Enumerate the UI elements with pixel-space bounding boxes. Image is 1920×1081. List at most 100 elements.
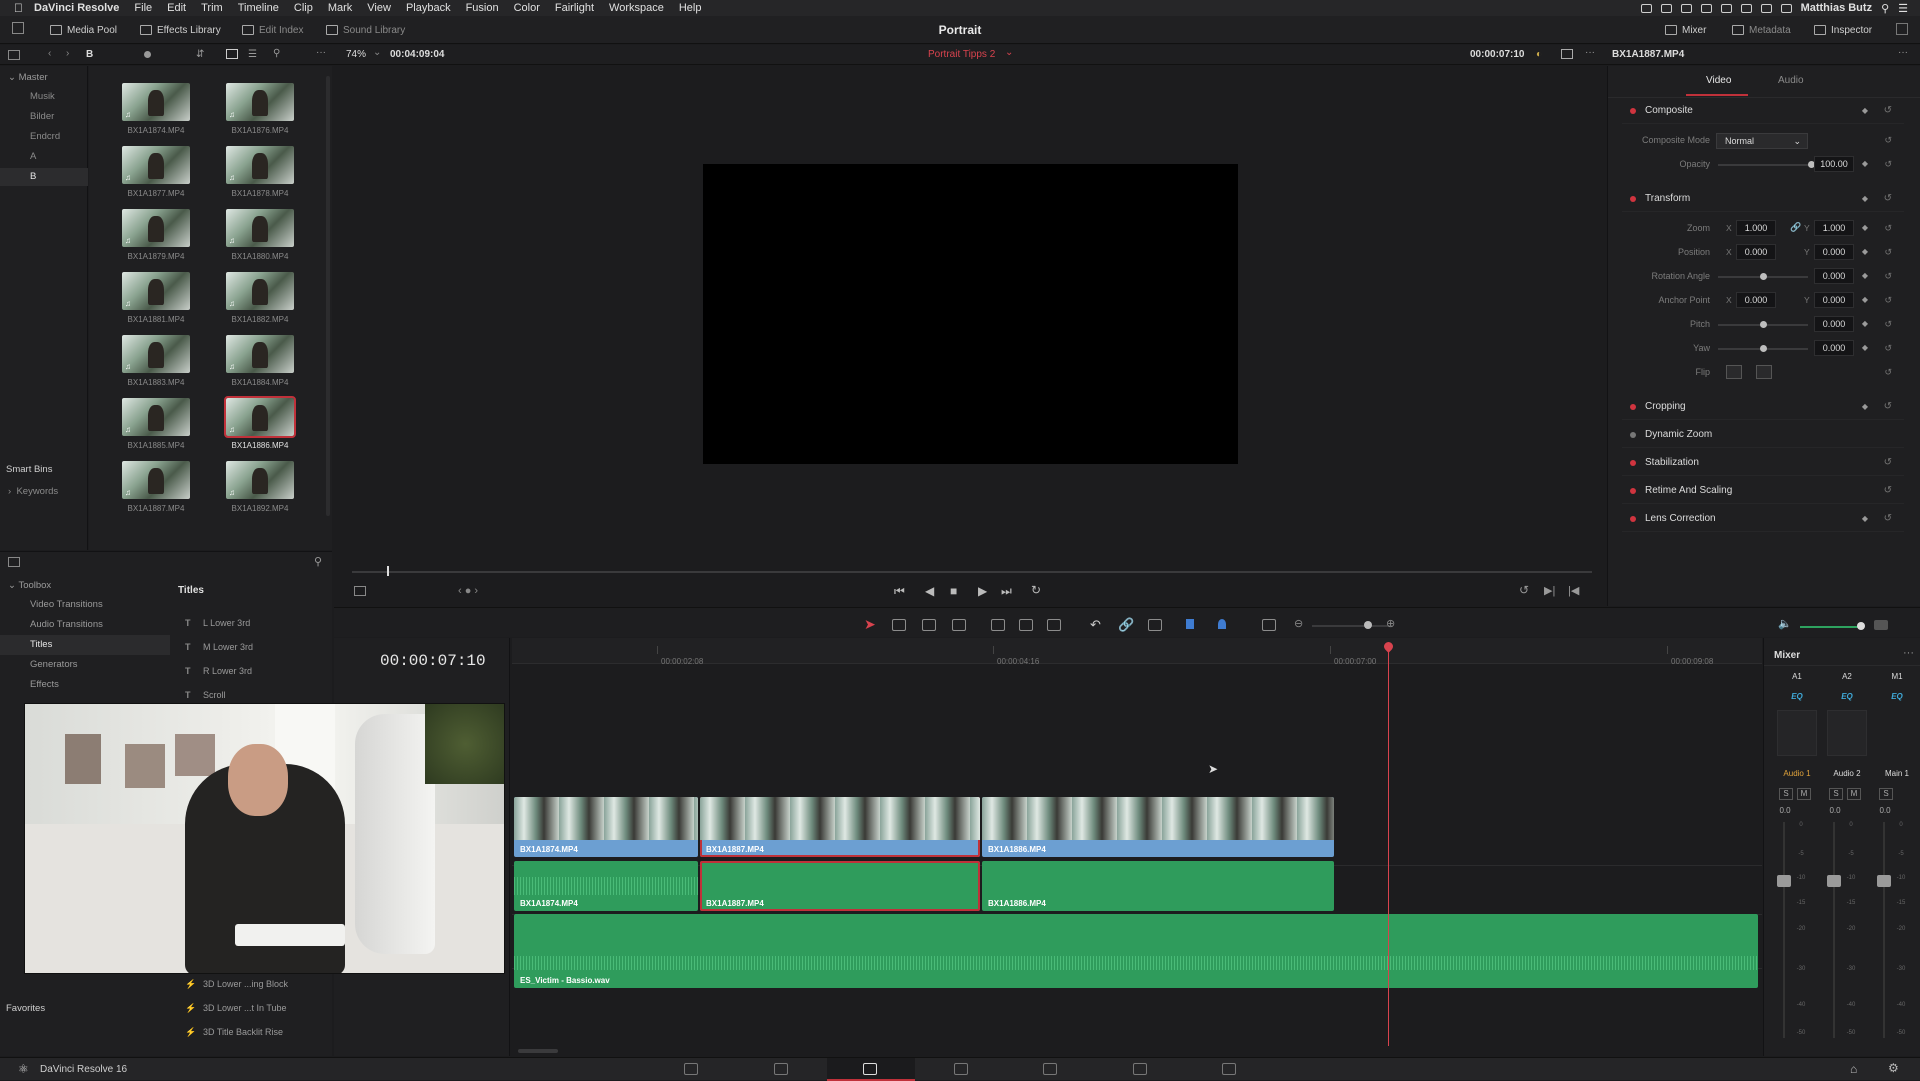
- time-machine-icon[interactable]: [1720, 3, 1732, 13]
- reset-icon[interactable]: ↺: [1884, 135, 1892, 146]
- menu-app-name[interactable]: DaVinci Resolve: [34, 2, 119, 14]
- fusion-title-item[interactable]: ⚡ 3D Lower ...ing Block: [185, 973, 325, 995]
- cropping-section[interactable]: Cropping ◆ ↺: [1622, 394, 1904, 420]
- reset-icon[interactable]: ↺: [1884, 457, 1892, 468]
- timeline-dropdown-icon[interactable]: ⌄: [1005, 47, 1013, 58]
- toolbox-titles[interactable]: Titles: [0, 635, 170, 655]
- menu-workspace[interactable]: Workspace: [609, 2, 664, 14]
- title-item[interactable]: T R Lower 3rd: [185, 660, 325, 682]
- keyframe-icon[interactable]: ◆: [1862, 106, 1868, 115]
- timeline-zoom-slider[interactable]: [1312, 625, 1392, 627]
- zoom-in-icon[interactable]: ⊕: [1386, 617, 1395, 630]
- more-options-icon[interactable]: ···: [316, 47, 326, 58]
- replace-clip-icon[interactable]: [1047, 619, 1061, 631]
- effects-library-button[interactable]: Effects Library: [140, 22, 221, 38]
- apple-icon[interactable]: : [14, 1, 34, 15]
- toolbox-generators[interactable]: Generators: [0, 655, 170, 675]
- video-clip[interactable]: BX1A1886.MP4: [982, 797, 1334, 857]
- eq-button[interactable]: EQ: [1779, 692, 1815, 701]
- zoom-x-value[interactable]: 1.000: [1736, 220, 1776, 236]
- insert-clip-icon[interactable]: [991, 619, 1005, 631]
- video-clip[interactable]: BX1A1874.MP4: [514, 797, 698, 857]
- sort-icon[interactable]: ⇵: [196, 49, 204, 60]
- transform-overlay-icon[interactable]: [354, 586, 366, 596]
- keyframe-icon[interactable]: ◆: [1862, 271, 1868, 280]
- clip-thumbnail[interactable]: ♫: [226, 335, 294, 373]
- keyframe-icon[interactable]: ◆: [1862, 247, 1868, 256]
- solo-button[interactable]: S: [1879, 788, 1893, 800]
- audio-clip[interactable]: BX1A1874.MP4: [514, 861, 698, 911]
- reset-icon[interactable]: ↺: [1884, 343, 1892, 354]
- play-icon[interactable]: ▶: [978, 584, 987, 598]
- reset-icon[interactable]: ↺: [1884, 295, 1892, 306]
- menu-fusion[interactable]: Fusion: [466, 2, 499, 14]
- overwrite-clip-icon[interactable]: [1019, 619, 1033, 631]
- clip-thumbnail[interactable]: ♫: [122, 146, 190, 184]
- clip-thumbnail[interactable]: ♫: [122, 272, 190, 310]
- title-item[interactable]: T M Lower 3rd: [185, 636, 325, 658]
- timeline-zoom-knob[interactable]: [1364, 621, 1372, 629]
- mute-button[interactable]: M: [1797, 788, 1811, 800]
- back-icon[interactable]: ‹: [48, 48, 51, 59]
- dim-button[interactable]: [1874, 620, 1888, 630]
- go-to-start-icon[interactable]: ⏮: [894, 584, 905, 599]
- home-icon[interactable]: ⌂: [1850, 1062, 1857, 1076]
- clip-thumbnail[interactable]: ♫: [122, 209, 190, 247]
- composite-enable-dot[interactable]: [1630, 107, 1636, 114]
- reset-icon[interactable]: ↺: [1884, 271, 1892, 282]
- menu-fairlight[interactable]: Fairlight: [555, 2, 594, 14]
- anchor-x-value[interactable]: 0.000: [1736, 292, 1776, 308]
- fusion-title-item[interactable]: ⚡ 3D Title Backlit Rise: [185, 1021, 325, 1043]
- reset-icon[interactable]: ↺: [1884, 223, 1892, 234]
- master-volume-slider[interactable]: [1800, 626, 1862, 628]
- flip-horizontal-icon[interactable]: [1726, 365, 1742, 379]
- transform-enable-dot[interactable]: [1630, 195, 1636, 202]
- viewer-options-icon[interactable]: ···: [1585, 47, 1595, 58]
- clip-thumbnail[interactable]: ♫: [122, 398, 190, 436]
- edit-page-tab[interactable]: [827, 1058, 915, 1081]
- jog-control[interactable]: ‹ ● ›: [458, 585, 478, 597]
- menu-color[interactable]: Color: [514, 2, 540, 14]
- menu-timeline[interactable]: Timeline: [238, 2, 279, 14]
- thumb-size-slider[interactable]: [144, 51, 151, 58]
- solo-button[interactable]: S: [1829, 788, 1843, 800]
- media-pool-button[interactable]: Media Pool: [50, 22, 117, 38]
- bin-list-toggle-icon[interactable]: [8, 50, 20, 60]
- flag-icon[interactable]: [1186, 619, 1194, 629]
- stop-icon[interactable]: ■: [950, 584, 957, 598]
- fairlight-page-icon[interactable]: [1133, 1063, 1147, 1075]
- viewer-scrubber[interactable]: [352, 571, 1592, 573]
- menu-edit[interactable]: Edit: [167, 2, 186, 14]
- dynamic-zoom-enable-dot[interactable]: [1630, 431, 1636, 438]
- link-icon[interactable]: 🔗: [1790, 222, 1801, 233]
- speaker-icon[interactable]: 🔈: [1778, 617, 1792, 630]
- clip-thumbnail[interactable]: ♫: [226, 146, 294, 184]
- expand-icon[interactable]: [1896, 23, 1908, 35]
- edit-index-button[interactable]: Edit Index: [242, 22, 303, 38]
- dynamic-trim-icon[interactable]: [922, 619, 936, 631]
- media-page-icon[interactable]: [684, 1063, 698, 1075]
- eq-button[interactable]: EQ: [1879, 692, 1915, 701]
- cropping-enable-dot[interactable]: [1630, 403, 1636, 410]
- mixer-button[interactable]: Mixer: [1665, 22, 1706, 38]
- yaw-slider-knob[interactable]: [1760, 345, 1767, 352]
- menu-file[interactable]: File: [134, 2, 152, 14]
- media-pool-scrollbar[interactable]: [326, 76, 330, 516]
- blade-tool-icon[interactable]: [952, 619, 966, 631]
- metadata-button[interactable]: Metadata: [1732, 22, 1791, 38]
- position-y-value[interactable]: 0.000: [1814, 244, 1854, 260]
- search-icon[interactable]: ⚲: [314, 555, 322, 568]
- fader-track[interactable]: [1883, 822, 1885, 1038]
- deliver-page-icon[interactable]: [1222, 1063, 1236, 1075]
- spotlight-search-icon[interactable]: ⚲: [1881, 2, 1889, 15]
- previous-edit-icon[interactable]: |◀: [1568, 584, 1579, 597]
- list-view-icon[interactable]: ☰: [248, 49, 257, 60]
- yaw-value[interactable]: 0.000: [1814, 340, 1854, 356]
- fader-track[interactable]: [1783, 822, 1785, 1038]
- menu-help[interactable]: Help: [679, 2, 702, 14]
- menu-playback[interactable]: Playback: [406, 2, 451, 14]
- clip-thumbnail[interactable]: ♫: [122, 335, 190, 373]
- clip-thumbnail[interactable]: ♫: [226, 461, 294, 499]
- linked-selection-icon[interactable]: 🔗: [1118, 617, 1134, 633]
- pitch-value[interactable]: 0.000: [1814, 316, 1854, 332]
